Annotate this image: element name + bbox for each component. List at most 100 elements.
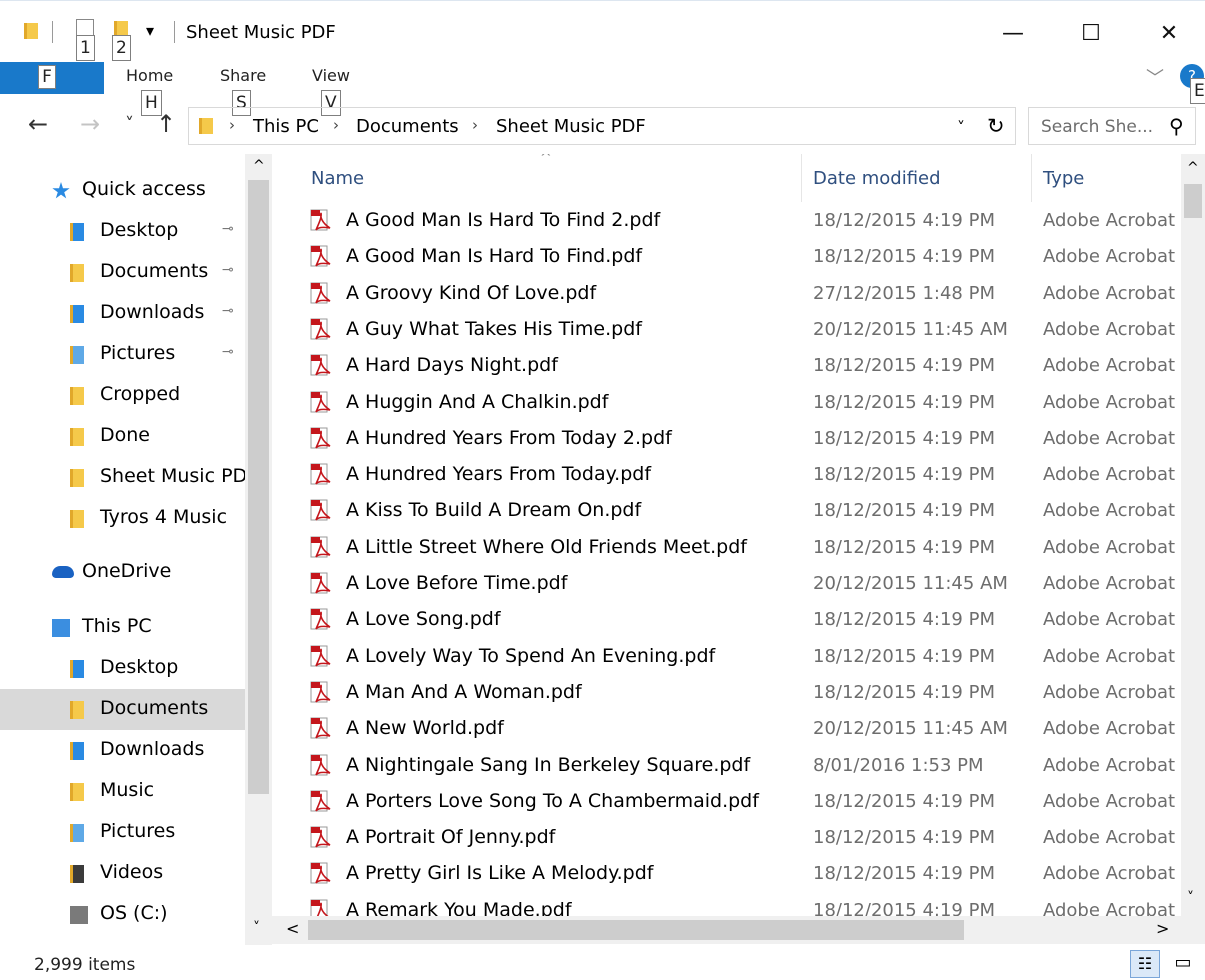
nav-scrollbar[interactable]: ^ ˅ [245, 154, 272, 945]
nav-item-tyros-4-music[interactable]: Tyros 4 Music [0, 498, 245, 539]
nav-item-sheet-music-pdf[interactable]: Sheet Music PDF [0, 457, 258, 498]
file-type: Adobe Acrobat [1043, 318, 1176, 340]
nav-item-pictures[interactable]: Pictures ⊸ [0, 334, 245, 375]
qat-separator [52, 21, 53, 43]
file-date-modified: 18/12/2015 4:19 PM [813, 899, 995, 916]
up-button[interactable]: ↑ [156, 110, 176, 138]
back-button[interactable]: ← [28, 110, 48, 138]
file-row[interactable]: A Good Man Is Hard To Find 2.pdf 18/12/20… [288, 203, 1181, 239]
file-row[interactable]: A Love Song.pdf 18/12/2015 4:19 PM Adobe A… [288, 602, 1181, 638]
nav-item-pictures[interactable]: Pictures [0, 812, 245, 853]
pdf-file-icon [310, 645, 332, 669]
ribbon-collapse-icon[interactable]: ﹀ [1146, 64, 1164, 90]
breadcrumb-this-pc[interactable]: This PC [253, 116, 319, 137]
maximize-button[interactable]: ☐ [1056, 1, 1126, 65]
file-row[interactable]: A Nightingale Sang In Berkeley Square.pd… [288, 748, 1181, 784]
file-date-modified: 18/12/2015 4:19 PM [813, 681, 995, 703]
nav-item-done[interactable]: Done [0, 416, 245, 457]
horizontal-scroll-thumb[interactable] [308, 920, 964, 940]
minimize-button[interactable]: — [978, 1, 1048, 65]
file-keytip: F [38, 65, 56, 89]
nav-item-desktop[interactable]: Desktop [0, 648, 245, 689]
nav-item-music[interactable]: Music [0, 771, 245, 812]
breadcrumb-separator[interactable]: › [333, 116, 339, 134]
file-row[interactable]: A Groovy Kind Of Love.pdf 27/12/2015 1:48… [288, 276, 1181, 312]
recent-locations-button[interactable]: ˅ [125, 114, 134, 135]
tab-share[interactable]: Share [220, 66, 266, 85]
file-row[interactable]: A Hundred Years From Today 2.pdf 18/12/20… [288, 421, 1181, 457]
tab-home[interactable]: Home [126, 66, 173, 85]
nav-scroll-thumb[interactable] [248, 180, 269, 794]
column-header-type[interactable]: Type [1043, 168, 1084, 189]
column-header-name[interactable]: Name [311, 168, 364, 189]
folder-icon [199, 118, 213, 134]
file-date-modified: 18/12/2015 4:19 PM [813, 427, 995, 449]
nav-item-downloads[interactable]: Downloads [0, 730, 245, 771]
file-row[interactable]: A Guy What Takes His Time.pdf 20/12/2015 … [288, 312, 1181, 348]
file-tab[interactable]: F [0, 62, 104, 94]
file-row[interactable]: A Hundred Years From Today.pdf 18/12/2015… [288, 457, 1181, 493]
column-divider[interactable] [1031, 154, 1032, 202]
nav-item-os-c[interactable]: OS (C:) [0, 894, 245, 935]
file-type: Adobe Acrobat [1043, 282, 1176, 304]
vertical-scrollbar[interactable]: ^ ˅ [1181, 154, 1205, 916]
vertical-scroll-thumb[interactable] [1184, 184, 1202, 218]
breadcrumb-documents[interactable]: Documents [356, 116, 459, 137]
nav-item-quick-access[interactable]: Quick access [0, 170, 245, 211]
nav-item-onedrive[interactable]: OneDrive [0, 552, 245, 593]
nav-item-downloads[interactable]: Downloads ⊸ [0, 293, 245, 334]
large-icons-view-button[interactable]: ▭ [1168, 950, 1198, 978]
nav-item-label: Desktop [100, 219, 179, 241]
pin-icon[interactable]: ⊸ [222, 262, 234, 278]
column-divider[interactable] [801, 154, 802, 202]
file-row[interactable]: A Hard Days Night.pdf 18/12/2015 4:19 PM A… [288, 348, 1181, 384]
tab-view[interactable]: View [312, 66, 350, 85]
address-bar[interactable]: › This PC › Documents › Sheet Music PDF … [188, 107, 1016, 145]
close-button[interactable]: ✕ [1134, 1, 1204, 65]
file-row[interactable]: A Remark You Made.pdf 18/12/2015 4:19 PM A… [288, 893, 1181, 916]
breadcrumb-separator[interactable]: › [472, 116, 478, 134]
nav-item-documents[interactable]: Documents ⊸ [0, 252, 245, 293]
breadcrumb-sheet-music-pdf[interactable]: Sheet Music PDF [496, 116, 646, 137]
file-type: Adobe Acrobat [1043, 863, 1176, 885]
nav-item-documents[interactable]: Documents [0, 689, 245, 730]
file-row[interactable]: A Love Before Time.pdf 20/12/2015 11:45 A… [288, 566, 1181, 602]
forward-button[interactable]: → [80, 110, 100, 138]
pin-icon[interactable]: ⊸ [222, 344, 234, 360]
file-date-modified: 18/12/2015 4:19 PM [813, 355, 995, 377]
scroll-left-icon[interactable]: < [286, 919, 299, 938]
file-row[interactable]: A Man And A Woman.pdf 18/12/2015 4:19 PM A… [288, 675, 1181, 711]
scroll-down-icon[interactable]: ˅ [1187, 890, 1194, 906]
file-row[interactable]: A Pretty Girl Is Like A Melody.pdf 18/12/… [288, 856, 1181, 892]
scroll-up-icon[interactable]: ^ [1187, 160, 1199, 176]
qat-dropdown-icon[interactable]: ▾ [146, 21, 154, 40]
pin-icon[interactable]: ⊸ [222, 303, 234, 319]
horizontal-scrollbar[interactable]: < > [272, 916, 1205, 944]
column-header-date-modified[interactable]: Date modified [813, 168, 941, 189]
file-date-modified: 27/12/2015 1:48 PM [813, 282, 995, 304]
scroll-down-icon[interactable]: ˅ [253, 920, 260, 936]
scroll-up-icon[interactable]: ^ [253, 158, 265, 174]
file-row[interactable]: A Huggin And A Chalkin.pdf 18/12/2015 4:1… [288, 385, 1181, 421]
file-row[interactable]: A Kiss To Build A Dream On.pdf 18/12/2015… [288, 493, 1181, 529]
address-dropdown-icon[interactable]: ˅ [957, 118, 965, 137]
pdf-file-icon [310, 282, 332, 306]
nav-item-cropped[interactable]: Cropped [0, 375, 245, 416]
nav-item-this-pc[interactable]: This PC [0, 607, 245, 648]
file-row[interactable]: A Little Street Where Old Friends Meet.p… [288, 530, 1181, 566]
breadcrumb-separator[interactable]: › [229, 116, 235, 134]
file-row[interactable]: A Lovely Way To Spend An Evening.pdf 18/1… [288, 639, 1181, 675]
nav-item-videos[interactable]: Videos [0, 853, 245, 894]
file-row[interactable]: A Good Man Is Hard To Find.pdf 18/12/2015… [288, 239, 1181, 275]
details-view-button[interactable]: ☷ [1130, 950, 1160, 978]
scroll-right-icon[interactable]: > [1156, 919, 1169, 938]
search-box[interactable]: Search She... ⚲ [1028, 107, 1196, 145]
search-icon[interactable]: ⚲ [1169, 114, 1184, 138]
refresh-icon[interactable]: ↻ [987, 114, 1005, 138]
file-row[interactable]: A Porters Love Song To A Chambermaid.pdf… [288, 784, 1181, 820]
nav-item-label: Done [100, 424, 150, 446]
nav-item-desktop[interactable]: Desktop ⊸ [0, 211, 245, 252]
file-row[interactable]: A Portrait Of Jenny.pdf 18/12/2015 4:19 P… [288, 820, 1181, 856]
pin-icon[interactable]: ⊸ [222, 221, 234, 237]
file-row[interactable]: A New World.pdf 20/12/2015 11:45 AM Adobe … [288, 711, 1181, 747]
